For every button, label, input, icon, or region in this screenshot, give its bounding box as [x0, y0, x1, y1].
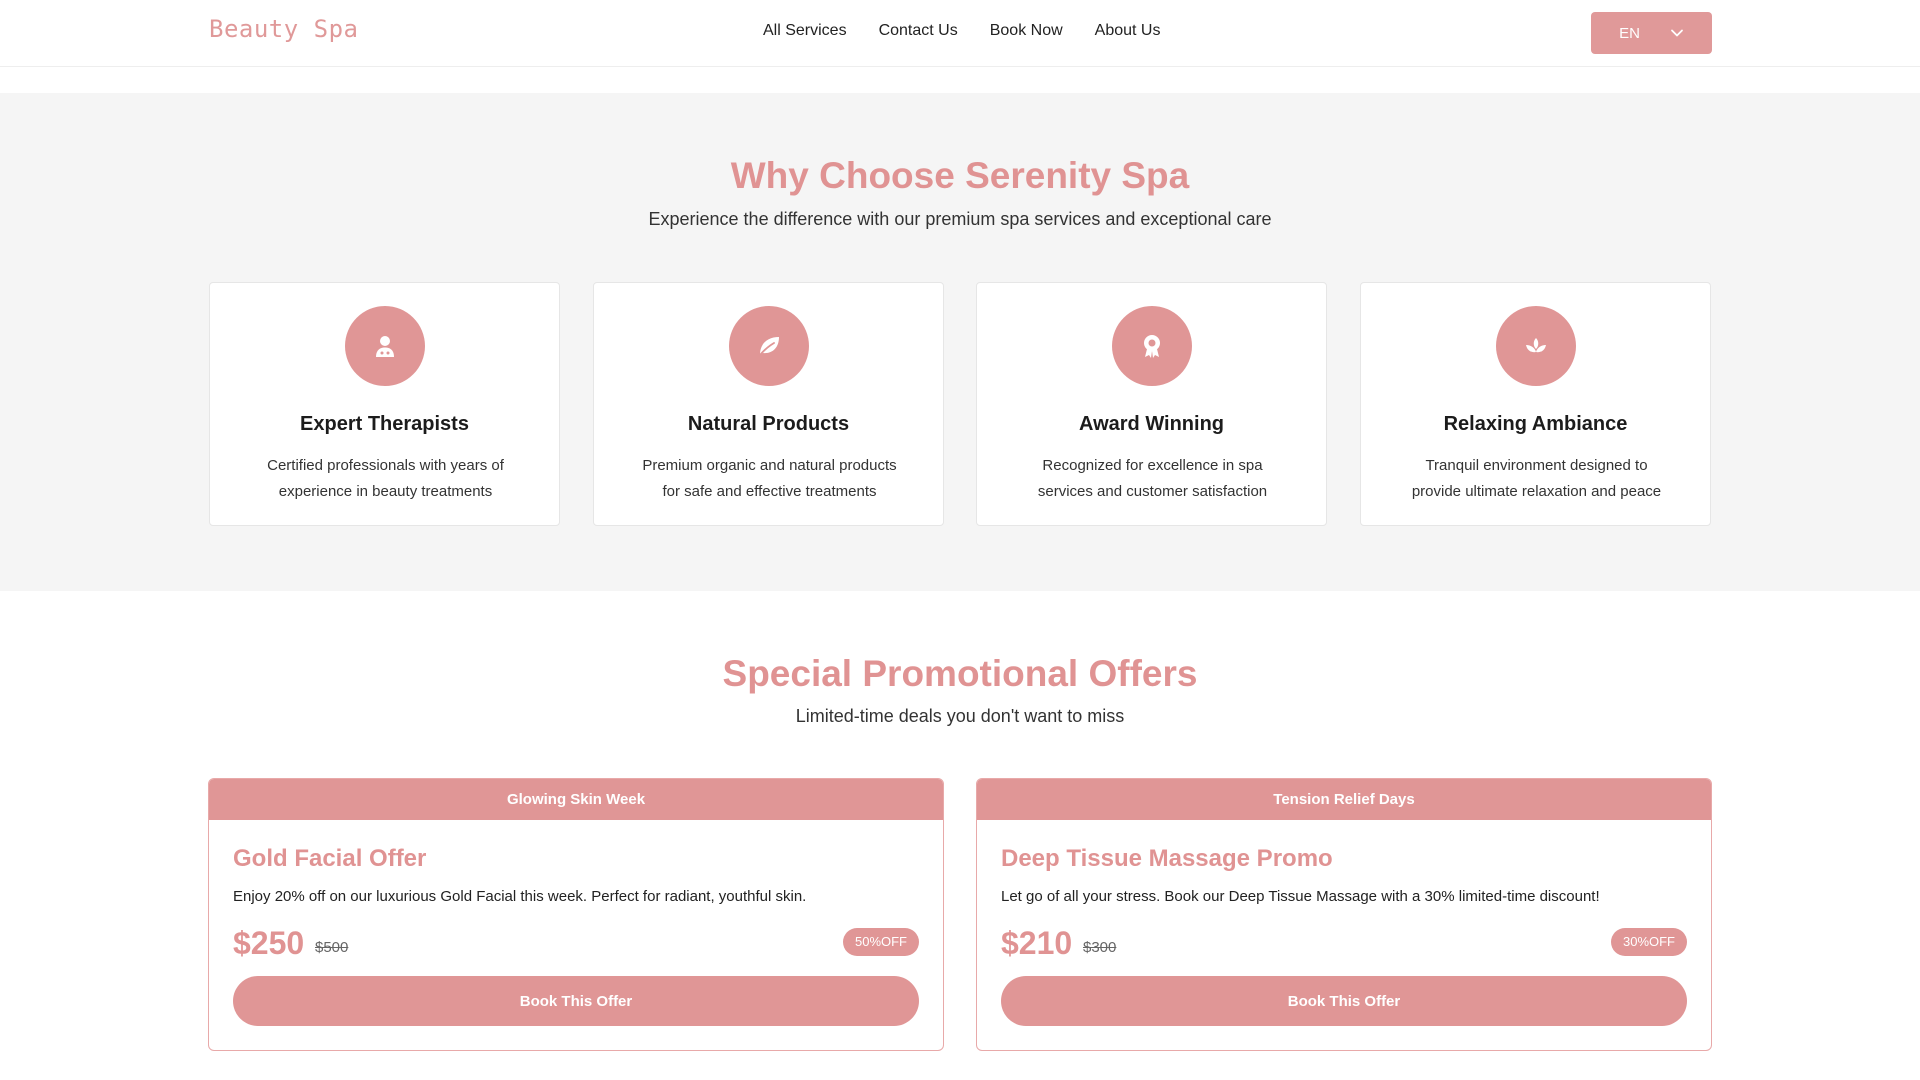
promo-price: $250 — [233, 925, 305, 961]
discount-badge: 50%OFF — [842, 928, 919, 956]
feature-desc: Premium organic and natural products for… — [642, 457, 897, 500]
book-offer-button[interactable]: Book This Offer — [1001, 976, 1687, 1026]
promo-desc: Enjoy 20% off on our luxurious Gold Faci… — [233, 888, 807, 905]
discount-badge: 30%OFF — [1610, 928, 1687, 956]
main-nav: All Services Contact Us Book Now About U… — [763, 22, 1160, 40]
promo-old-price: $500 — [315, 939, 349, 956]
lotus-icon — [1525, 338, 1546, 353]
language-label: EN — [1619, 24, 1640, 42]
promo-tag: Glowing Skin Week — [209, 779, 943, 820]
feature-title: Expert Therapists — [300, 413, 469, 435]
promo-title: Deep Tissue Massage Promo — [1001, 845, 1333, 872]
award-icon — [1143, 335, 1160, 358]
promo-card: Tension Relief Days Deep Tissue Massage … — [976, 778, 1712, 1051]
feature-card: Expert Therapists Certified professional… — [209, 282, 560, 526]
promos-title: Special Promotional Offers — [722, 653, 1198, 694]
promos-subtitle: Limited-time deals you don't want to mis… — [795, 706, 1125, 726]
promo-card: Glowing Skin Week Gold Facial Offer Enjo… — [208, 778, 944, 1051]
logo[interactable]: Beauty Spa — [209, 15, 359, 43]
why-title: Why Choose Serenity Spa — [730, 155, 1190, 196]
chevron-down-icon — [1671, 29, 1683, 37]
feature-desc: Tranquil environment designed to provide… — [1411, 457, 1662, 500]
feature-desc: Certified professionals with years of ex… — [267, 457, 504, 500]
promo-desc: Let go of all your stress. Book our Deep… — [1001, 888, 1600, 905]
feature-desc: Recognized for excellence in spa service… — [1037, 457, 1268, 500]
site-header: Beauty Spa All Services Contact Us Book … — [0, 0, 1920, 67]
nav-about-us[interactable]: About Us — [1095, 22, 1161, 40]
feature-title: Award Winning — [1079, 413, 1224, 435]
language-select[interactable]: EN — [1591, 12, 1712, 54]
feature-title: Natural Products — [687, 413, 850, 435]
nav-all-services[interactable]: All Services — [763, 22, 847, 40]
why-choose-section: Why Choose Serenity Spa Experience the d… — [0, 93, 1920, 591]
feature-title: Relaxing Ambiance — [1443, 413, 1628, 435]
why-subtitle: Experience the difference with our premi… — [648, 209, 1272, 229]
therapist-icon — [375, 336, 394, 357]
nav-book-now[interactable]: Book Now — [990, 22, 1063, 40]
feature-icon-circle — [728, 306, 809, 386]
feature-icon-circle — [344, 306, 425, 386]
promo-old-price: $300 — [1083, 939, 1117, 956]
promo-tag: Tension Relief Days — [977, 779, 1711, 820]
feature-icon-circle — [1111, 306, 1192, 386]
promo-title: Gold Facial Offer — [233, 845, 427, 872]
feature-card: Award Winning Recognized for excellence … — [976, 282, 1327, 526]
book-offer-button[interactable]: Book This Offer — [233, 976, 919, 1026]
feature-icon-circle — [1495, 306, 1576, 386]
feature-card: Natural Products Premium organic and nat… — [593, 282, 944, 526]
promo-price: $210 — [1001, 925, 1073, 961]
nav-contact-us[interactable]: Contact Us — [879, 22, 958, 40]
leaf-icon — [758, 337, 779, 356]
feature-card: Relaxing Ambiance Tranquil environment d… — [1360, 282, 1711, 526]
